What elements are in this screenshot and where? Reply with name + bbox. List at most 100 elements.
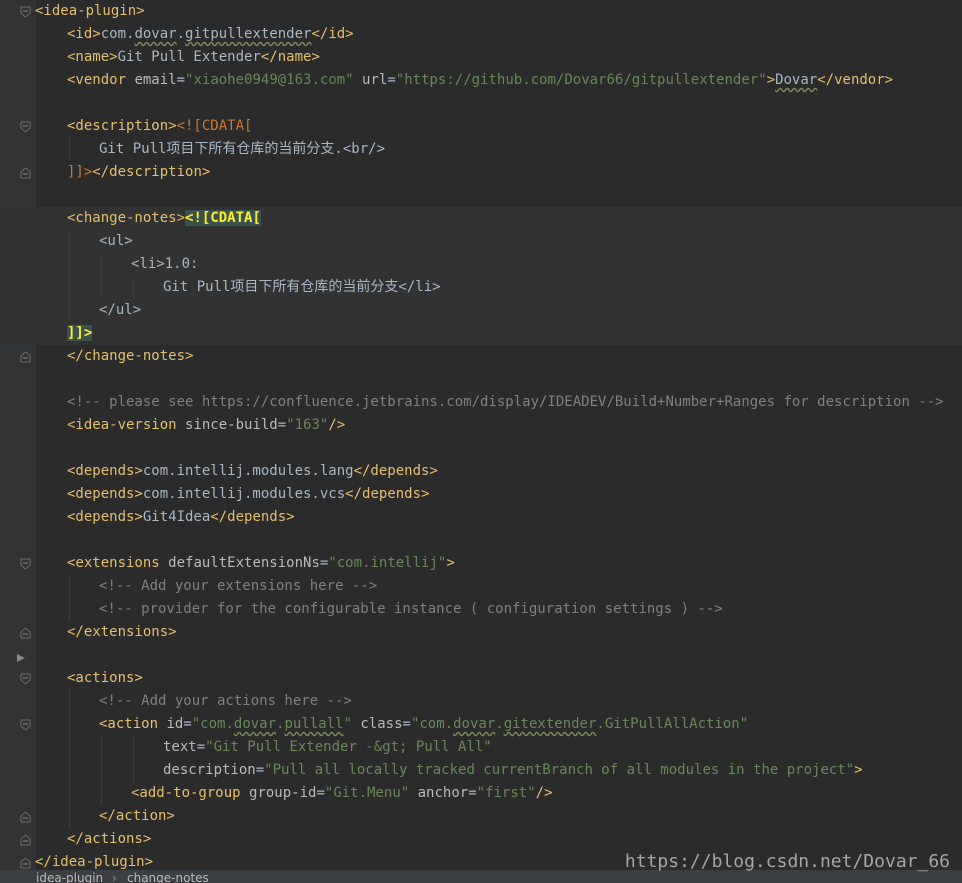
code-token: =: [387, 72, 396, 88]
indent-guide: [69, 253, 70, 276]
code-token: =: [255, 762, 265, 778]
code-line-content: text="Git Pull Extender -&gt; Pull All": [163, 736, 492, 759]
code-line-content: <depends>com.intellij.modules.lang</depe…: [67, 460, 438, 483]
code-line[interactable]: [0, 437, 962, 460]
code-line[interactable]: [0, 92, 962, 115]
code-token: group-id: [249, 785, 317, 801]
indent-guide: [101, 759, 102, 782]
code-line[interactable]: <id>com.dovar.gitpullextender</id>: [0, 23, 962, 46]
code-line[interactable]: <depends>Git4Idea</depends>: [0, 506, 962, 529]
code-line-content: Git Pull项目下所有仓库的当前分支</li>: [163, 276, 441, 299]
code-line[interactable]: description="Pull all locally tracked cu…: [0, 759, 962, 782]
code-editor[interactable]: <idea-plugin> <id>com.dovar.gitpullextend…: [0, 0, 962, 870]
code-token: dovar: [453, 716, 496, 732]
code-line[interactable]: <!-- Add your extensions here -->: [0, 575, 962, 598]
code-line[interactable]: <ul>: [0, 230, 962, 253]
breadcrumb-item-change-notes[interactable]: change-notes: [127, 872, 209, 883]
code-token: Git Pull项目下所有仓库的当前分支.<br/>: [99, 141, 386, 157]
code-line-content: </ul>: [99, 299, 141, 322]
code-line[interactable]: </actions>: [0, 828, 962, 851]
code-line[interactable]: <depends>com.intellij.modules.vcs</depen…: [0, 483, 962, 506]
code-line-content: <!-- Add your actions here -->: [99, 690, 352, 713]
code-line[interactable]: <extensions defaultExtensionNs="com.inte…: [0, 552, 962, 575]
code-token: <![CDATA[: [185, 210, 261, 226]
code-line[interactable]: [0, 184, 962, 207]
code-line[interactable]: <!-- Add your actions here -->: [0, 690, 962, 713]
code-token: since-build: [185, 417, 278, 433]
indent-guide: [69, 690, 70, 713]
code-line[interactable]: text="Git Pull Extender -&gt; Pull All": [0, 736, 962, 759]
code-line-content: <ul>: [99, 230, 133, 253]
code-line[interactable]: <idea-version since-build="163"/>: [0, 414, 962, 437]
code-line-content: <li>1.0:: [131, 253, 198, 276]
code-line-content: </actions>: [67, 828, 151, 851]
indent-guide: [69, 805, 70, 828]
indent-guide: [69, 138, 70, 161]
code-line[interactable]: <description><![CDATA[: [0, 115, 962, 138]
code-token: <change-notes>: [67, 210, 186, 226]
code-token: </depends>: [345, 486, 430, 502]
code-line[interactable]: <actions>: [0, 667, 962, 690]
code-token: </idea-plugin>: [35, 854, 154, 870]
code-line[interactable]: </action>: [0, 805, 962, 828]
code-line[interactable]: <change-notes><![CDATA[: [0, 207, 962, 230]
code-line[interactable]: ]]>: [0, 322, 962, 345]
code-line[interactable]: </extensions>: [0, 621, 962, 644]
code-token: <name>: [67, 49, 118, 65]
code-line[interactable]: </ul>: [0, 299, 962, 322]
code-token: <li>1.0:: [131, 256, 199, 272]
indent-guide: [133, 736, 134, 759]
indent-guide: [69, 598, 70, 621]
code-line[interactable]: <!-- provider for the configurable insta…: [0, 598, 962, 621]
code-token: id: [166, 716, 184, 732]
code-token: </ul>: [99, 302, 142, 318]
code-line-content: ]]>: [67, 322, 93, 345]
code-line-content: <depends>Git4Idea</depends>: [67, 506, 295, 529]
code-line[interactable]: [0, 644, 962, 667]
code-token: <idea-plugin>: [35, 3, 145, 19]
code-token: pullall: [284, 716, 344, 732]
code-line[interactable]: <idea-plugin>: [0, 0, 962, 23]
code-token: "163": [286, 417, 329, 433]
code-line[interactable]: <name>Git Pull Extender</name>: [0, 46, 962, 69]
code-line[interactable]: <vendor email="xiaohe0949@163.com" url="…: [0, 69, 962, 92]
code-line-content: <change-notes><![CDATA[: [67, 207, 261, 230]
code-line[interactable]: </change-notes>: [0, 345, 962, 368]
breadcrumb-item-idea-plugin[interactable]: idea-plugin: [36, 872, 103, 883]
code-line[interactable]: <action id="com.dovar.pullall" class="co…: [0, 713, 962, 736]
code-token: />: [535, 785, 553, 801]
code-line[interactable]: <add-to-group group-id="Git.Menu" anchor…: [0, 782, 962, 805]
indent-guide: [101, 253, 102, 276]
code-line[interactable]: <!-- please see https://confluence.jetbr…: [0, 391, 962, 414]
code-line-content: </extensions>: [67, 621, 177, 644]
code-token: .: [176, 26, 186, 42]
code-token: />: [328, 417, 346, 433]
code-token: </extensions>: [67, 624, 177, 640]
code-token: <!-- Add your actions here -->: [99, 693, 352, 709]
code-token: <depends>: [67, 509, 143, 525]
indent-guide: [101, 782, 102, 805]
code-line-content: <actions>: [67, 667, 143, 690]
indent-guide: [133, 276, 134, 299]
code-token: </id>: [311, 26, 354, 42]
code-line[interactable]: <depends>com.intellij.modules.lang</depe…: [0, 460, 962, 483]
code-token: Git Pull项目下所有仓库的当前分支</li>: [163, 279, 441, 295]
code-token: >: [766, 72, 776, 88]
code-token: <action: [99, 716, 167, 732]
indent-guide: [69, 759, 70, 782]
code-token: =: [316, 785, 325, 801]
code-token: =: [402, 716, 411, 732]
code-token: Dovar: [775, 72, 818, 88]
code-line[interactable]: ]]></description>: [0, 161, 962, 184]
code-line-content: </action>: [99, 805, 175, 828]
watermark: https://blog.csdn.net/Dovar_66: [624, 851, 950, 872]
code-line[interactable]: [0, 368, 962, 391]
code-line[interactable]: Git Pull项目下所有仓库的当前分支</li>: [0, 276, 962, 299]
code-token: =: [277, 417, 287, 433]
code-line-content: </change-notes>: [67, 345, 193, 368]
code-line[interactable]: Git Pull项目下所有仓库的当前分支.<br/>: [0, 138, 962, 161]
code-token: class: [351, 716, 403, 732]
code-line[interactable]: [0, 529, 962, 552]
code-line[interactable]: <li>1.0:: [0, 253, 962, 276]
code-token: <add-to-group: [131, 785, 250, 801]
